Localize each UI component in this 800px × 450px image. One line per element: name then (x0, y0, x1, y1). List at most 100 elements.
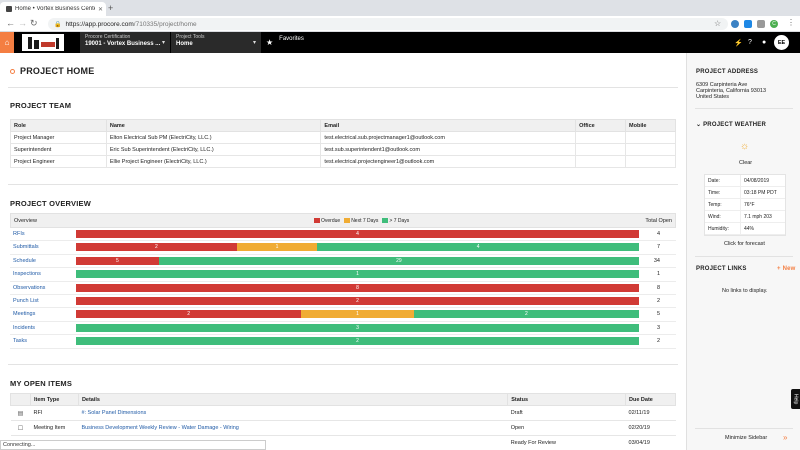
bar-segment-overdue[interactable]: 8 (76, 283, 639, 292)
document-icon: ▤ (10, 405, 31, 421)
bar-segment-next7[interactable]: 1 (301, 310, 414, 319)
browser-tab[interactable]: Home • Vortex Business Cente ✕ (0, 2, 106, 16)
weather-value: 7.1 mph 203 (744, 213, 772, 220)
open-item-status: Ready For Review (507, 435, 626, 450)
project-selector[interactable]: Procore Certification 19001 - Vortex Bus… (80, 32, 170, 53)
project-links-title: PROJECT LINKS (696, 266, 747, 272)
overview-tool-link[interactable]: Inspections (13, 271, 41, 277)
overview-tool-link[interactable]: Punch List (13, 298, 39, 304)
weather-key: Time: (705, 187, 741, 198)
open-item-row[interactable]: ▤ RFI #: Solar Panel Dimensions Draft 02/11/… (10, 405, 676, 421)
overview-tool-link[interactable]: Meetings (13, 311, 35, 317)
forward-icon[interactable]: → (18, 18, 27, 28)
overview-tool-link[interactable]: Observations (13, 285, 45, 291)
browser-menu-icon[interactable]: ⋮ (787, 18, 795, 27)
team-cell (625, 143, 676, 156)
open-item-row[interactable]: ☐ Meeting Item Business Development Weekly… (10, 420, 676, 436)
procore-header: ⌂ Procore Certification 19001 - Vortex B… (0, 32, 800, 53)
overview-stacked-bar[interactable]: 2 (76, 337, 639, 346)
back-icon[interactable]: ← (6, 18, 15, 28)
overview-stacked-bar[interactable]: 212 (76, 310, 639, 319)
bar-segment-overdue[interactable]: 4 (76, 230, 639, 238)
notifications-bell-icon[interactable]: ● (762, 39, 766, 46)
bookmark-star-icon[interactable]: ☆ (714, 19, 721, 28)
project-team-title: PROJECT TEAM (10, 101, 72, 110)
team-cell: Ellie Project Engineer (ElectriCity, LLC… (105, 155, 322, 168)
bar-segment-overdue[interactable]: 2 (76, 296, 639, 305)
overview-row: Inspections 1 1 (10, 268, 676, 282)
forecast-link[interactable]: Click for forecast (724, 241, 765, 248)
bar-segment-gt7[interactable]: 1 (76, 270, 639, 279)
overview-header: Overview Overdue Next 7 Days > 7 Days To… (10, 213, 676, 228)
help-icon[interactable]: ? (748, 39, 752, 46)
bar-segment-gt7[interactable]: 4 (317, 243, 639, 252)
overview-total: 3 (656, 324, 660, 331)
chevron-down-icon: ▾ (252, 40, 256, 46)
overview-tool-link[interactable]: Tasks (13, 338, 27, 344)
minimize-sidebar-button[interactable]: Minimize Sidebar (725, 435, 767, 442)
help-tab[interactable]: Help (791, 389, 800, 409)
bar-segment-gt7[interactable]: 29 (158, 256, 639, 265)
open-item-due: 02/11/19 (625, 405, 676, 421)
divider (8, 364, 678, 365)
overview-row: Incidents 3 3 (10, 322, 676, 336)
double-chevron-right-icon[interactable]: » (783, 433, 787, 442)
weather-value: 76°F (744, 201, 755, 208)
bar-segment-gt7[interactable]: 2 (413, 310, 639, 319)
open-items-column-header: Details (77, 393, 509, 406)
overview-stacked-bar[interactable]: 5 29 (76, 256, 639, 265)
bar-segment-overdue[interactable]: 2 (76, 310, 302, 319)
project-overview-table: Overview Overdue Next 7 Days > 7 Days To… (10, 213, 676, 349)
bar-segment-gt7[interactable]: 3 (76, 323, 639, 332)
divider (695, 428, 793, 429)
project-team-table: Role Name Email Office Mobile Project Manage… (10, 119, 676, 168)
open-item-details[interactable]: Business Development Weekly Review - Wat… (78, 420, 508, 436)
team-cell (575, 143, 627, 156)
overview-stacked-bar[interactable]: 3 (76, 323, 639, 332)
project-name: 19001 - Vortex Business ... (85, 41, 161, 47)
lock-icon: 🔒 (54, 21, 62, 28)
reload-icon[interactable]: ↻ (30, 18, 38, 29)
user-avatar[interactable]: EE (774, 35, 789, 50)
bar-segment-overdue[interactable]: 2 (76, 243, 237, 252)
overview-tool-link[interactable]: Schedule (13, 258, 36, 264)
open-items-column-header: Item Type (29, 393, 79, 406)
bar-segment-overdue[interactable]: 5 (76, 256, 159, 265)
overview-stacked-bar[interactable]: 214 (76, 243, 639, 252)
browser-tab-title: Home • Vortex Business Cente (15, 6, 95, 12)
project-weather-toggle[interactable]: ⌄ PROJECT WEATHER (696, 121, 766, 128)
plugin-icon[interactable]: ⚡ (734, 39, 743, 47)
extension-icon[interactable] (757, 20, 765, 28)
bar-segment-next7[interactable]: 1 (236, 243, 318, 252)
overview-row: Meetings 2 1 2 5 (10, 308, 676, 322)
open-item-due: 02/20/19 (625, 420, 676, 436)
url-input[interactable]: 🔒 https://app.procore.com/710335/project… (48, 18, 728, 30)
favorites-menu[interactable]: ★ Favorites (266, 36, 304, 47)
new-tab-icon[interactable]: + (108, 3, 113, 13)
bar-segment-gt7[interactable]: 2 (76, 337, 639, 346)
overview-tool-link[interactable]: RFIs (13, 231, 25, 237)
team-cell: Project Manager (10, 131, 107, 144)
open-item-details[interactable]: #: Solar Panel Dimensions (78, 405, 508, 421)
profile-icon[interactable]: C (770, 20, 778, 28)
overview-tool-link[interactable]: Submittals (13, 244, 39, 250)
weather-value: 04/08/2019 (744, 177, 770, 184)
extension-icon[interactable] (744, 20, 752, 28)
project-tools-selector[interactable]: Project Tools Home ▾ (171, 32, 261, 53)
overview-total: 2 (656, 338, 660, 345)
new-link-button[interactable]: + New (777, 266, 796, 272)
divider (695, 108, 793, 109)
open-items-column-header (10, 393, 31, 406)
company-logo[interactable] (22, 34, 64, 51)
overview-stacked-bar[interactable]: 4 (76, 230, 639, 238)
overview-tool-link[interactable]: Incidents (13, 325, 35, 331)
home-icon[interactable]: ⌂ (0, 32, 14, 53)
weather-key: Date: (705, 175, 741, 186)
overview-stacked-bar[interactable]: 2 (76, 296, 639, 305)
overview-total: 34 (653, 257, 660, 264)
overview-total: 8 (656, 284, 660, 291)
extension-icon[interactable] (731, 20, 739, 28)
overview-stacked-bar[interactable]: 8 (76, 283, 639, 292)
overview-stacked-bar[interactable]: 1 (76, 270, 639, 279)
close-tab-icon[interactable]: ✕ (98, 6, 103, 13)
